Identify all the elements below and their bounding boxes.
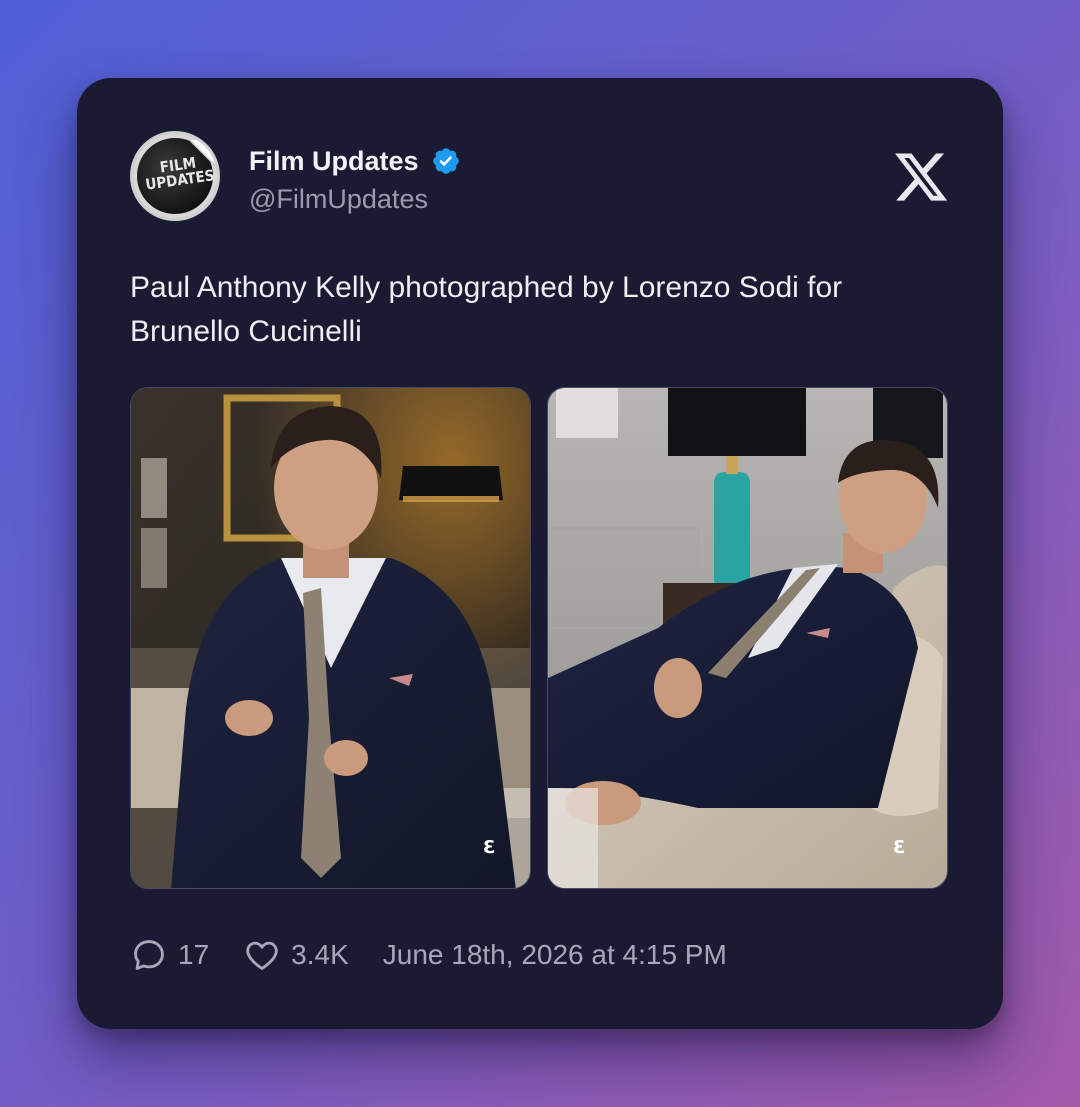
photo-seated-tie[interactable]: Ɛ xyxy=(130,387,531,889)
photo-reclining-sofa[interactable]: Ɛ xyxy=(547,387,948,889)
account-handle[interactable]: @FilmUpdates xyxy=(249,184,428,215)
svg-text:Ɛ: Ɛ xyxy=(893,837,906,858)
verified-badge-icon xyxy=(432,148,459,174)
tweet-card: FILM UPDATES Film Updates @FilmUpdates P… xyxy=(77,78,1003,1029)
avatar-page-curl xyxy=(189,140,215,166)
reply-count: 17 xyxy=(178,939,210,970)
tweet-footer: 17 3.4K June 18th, 2026 at 4:15 PM xyxy=(130,933,727,977)
account-name-row: Film Updates xyxy=(249,144,461,178)
avatar[interactable]: FILM UPDATES xyxy=(130,131,220,221)
svg-text:Ɛ: Ɛ xyxy=(483,837,496,858)
account-name[interactable]: Film Updates xyxy=(249,146,419,177)
x-logo-icon[interactable] xyxy=(892,148,950,206)
timestamp[interactable]: June 18th, 2026 at 4:15 PM xyxy=(383,939,727,971)
reply-stat[interactable]: 17 xyxy=(130,936,209,974)
tweet-text-line-2: Brunello Cucinelli xyxy=(130,315,362,348)
tweet-text-line-1: Paul Anthony Kelly photographed by Loren… xyxy=(130,271,843,304)
heart-icon xyxy=(246,941,278,970)
comment-bubble-icon xyxy=(134,940,164,970)
tweet-text: Paul Anthony Kelly photographed by Loren… xyxy=(130,266,960,354)
like-stat[interactable]: 3.4K xyxy=(243,936,349,974)
like-count: 3.4K xyxy=(291,939,349,970)
